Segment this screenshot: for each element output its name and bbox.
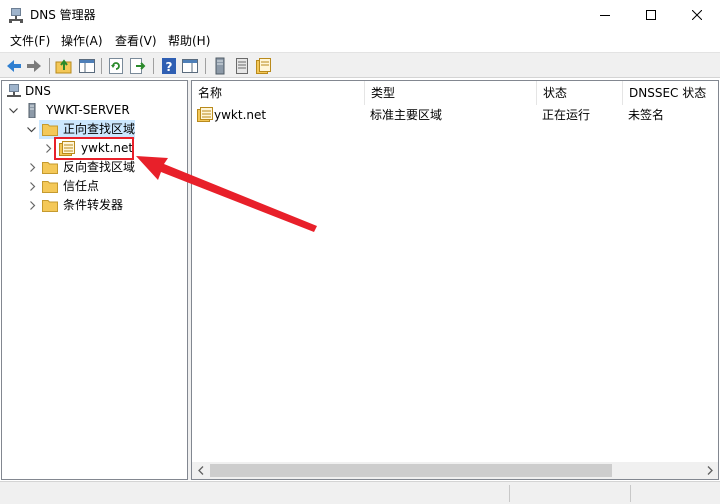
server-icon[interactable] — [211, 57, 229, 75]
toolbar: ? — [0, 52, 720, 78]
chevron-right-icon[interactable] — [28, 196, 38, 215]
menu-bar: 文件(F) 操作(A) 查看(V) 帮助(H) — [0, 30, 720, 52]
tree-item-server[interactable]: YWKT-SERVER — [8, 101, 186, 120]
column-header-name[interactable]: 名称 — [192, 81, 365, 105]
folder-icon — [42, 162, 58, 174]
folder-icon — [42, 124, 58, 136]
zone-icon — [197, 107, 213, 122]
maximize-button[interactable] — [628, 0, 674, 30]
scrollbar-thumb[interactable] — [210, 464, 612, 477]
forward-icon[interactable] — [25, 57, 43, 75]
close-button[interactable] — [674, 0, 720, 30]
tree-label-reverse-zones: 反向查找区域 — [63, 160, 136, 174]
dns-app-icon — [9, 8, 23, 23]
refresh-icon[interactable] — [107, 57, 125, 75]
scroll-right-icon[interactable] — [701, 462, 718, 479]
cell-status: 正在运行 — [542, 108, 591, 122]
folder-icon — [42, 200, 58, 212]
column-header-type[interactable]: 类型 — [365, 81, 537, 105]
tree-item-dns[interactable]: DNS — [6, 82, 186, 101]
status-divider — [509, 485, 510, 502]
status-bar — [0, 481, 720, 504]
up-folder-icon[interactable] — [55, 57, 73, 75]
minimize-button[interactable] — [582, 0, 628, 30]
tree-label-dns: DNS — [25, 84, 51, 98]
toolbar-separator — [205, 58, 206, 74]
folder-icon — [42, 181, 58, 193]
menu-help[interactable]: 帮助(H) — [168, 33, 210, 49]
scroll-left-icon[interactable] — [192, 462, 209, 479]
column-header-status[interactable]: 状态 — [537, 81, 623, 105]
tree-label-server: YWKT-SERVER — [46, 103, 130, 117]
list-pane[interactable]: 名称 类型 状态 DNSSEC 状态 ywkt.net 标准主要区域 正在运行 … — [191, 80, 719, 480]
annotation-highlight-box — [54, 137, 134, 160]
tree-label-trust-points: 信任点 — [63, 179, 100, 193]
menu-action[interactable]: 操作(A) — [61, 33, 103, 49]
menu-file[interactable]: 文件(F) — [10, 33, 50, 49]
close-icon — [692, 10, 702, 20]
status-divider — [630, 485, 631, 502]
tree-item-trust-points[interactable]: 信任点 — [26, 177, 186, 196]
action-pane-icon[interactable] — [181, 57, 199, 75]
title-bar: DNS 管理器 — [0, 0, 720, 30]
zone-list-icon[interactable] — [233, 57, 251, 75]
minimize-icon — [600, 15, 610, 16]
cell-dnssec: 未签名 — [628, 108, 665, 122]
toolbar-separator — [49, 58, 50, 74]
chevron-down-icon[interactable] — [8, 101, 18, 120]
svg-text:?: ? — [166, 60, 173, 74]
cell-type: 标准主要区域 — [370, 108, 443, 122]
chevron-right-icon[interactable] — [28, 158, 38, 177]
tree-item-conditional-forwarders[interactable]: 条件转发器 — [26, 196, 186, 215]
dns-root-icon — [7, 84, 21, 97]
new-zone-icon[interactable] — [254, 57, 272, 75]
toolbar-separator — [101, 58, 102, 74]
column-header-dnssec[interactable]: DNSSEC 状态 — [623, 81, 719, 105]
toolbar-separator — [153, 58, 154, 74]
horizontal-scrollbar[interactable] — [192, 462, 718, 479]
help-icon[interactable]: ? — [160, 57, 178, 75]
tree-item-reverse-zones[interactable]: 反向查找区域 — [26, 158, 186, 177]
cell-name: ywkt.net — [214, 108, 267, 122]
back-icon[interactable] — [5, 57, 23, 75]
server-icon — [28, 103, 36, 118]
chevron-right-icon[interactable] — [28, 177, 38, 196]
export-list-icon[interactable] — [129, 57, 147, 75]
maximize-icon — [646, 10, 656, 20]
tree-label-conditional-forwarders: 条件转发器 — [63, 198, 124, 212]
show-hide-tree-icon[interactable] — [78, 57, 96, 75]
menu-view[interactable]: 查看(V) — [115, 33, 157, 49]
chevron-down-icon[interactable] — [26, 120, 36, 139]
chevron-right-icon[interactable] — [44, 139, 54, 158]
window-title: DNS 管理器 — [30, 8, 96, 22]
